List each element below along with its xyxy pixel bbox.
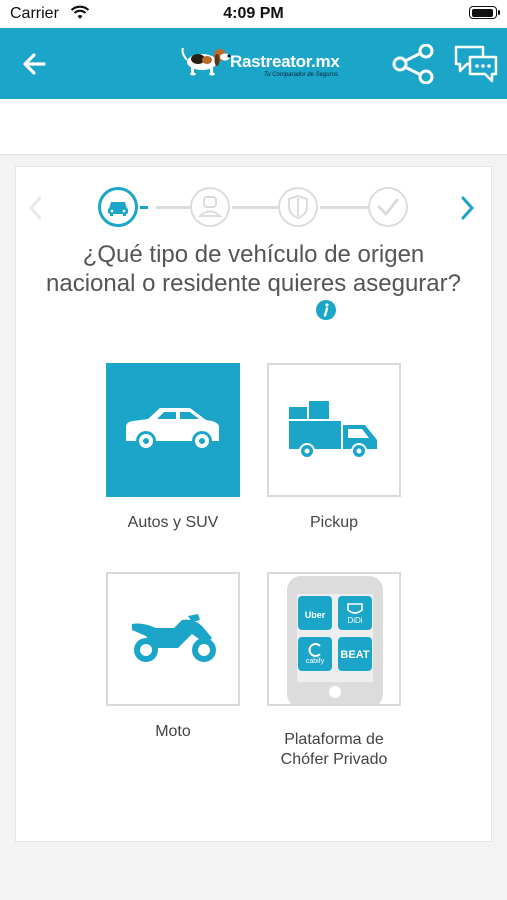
progress-line <box>320 206 368 209</box>
header-bar: Rastreator.mx Tu Comparador de Seguros <box>0 28 507 99</box>
rastreator-logo: Rastreator.mx Tu Comparador de Seguros <box>180 42 340 86</box>
question-heading: ¿Qué tipo de vehículo de origen nacional… <box>46 241 461 297</box>
brand-suffix: .mx <box>311 52 340 71</box>
step-vehicle[interactable] <box>98 187 138 227</box>
step-coverage[interactable] <box>278 187 318 227</box>
back-arrow-icon[interactable] <box>18 48 52 80</box>
brand-tagline: Tu Comparador de Seguros <box>264 72 338 78</box>
brand-name: Rastreator <box>230 52 312 71</box>
progress-line-filled <box>140 206 148 209</box>
previous-step-arrow-icon[interactable] <box>26 195 46 221</box>
chat-icon[interactable] <box>453 43 499 85</box>
uber-app-label: Uber <box>304 610 326 620</box>
option-label-moto: Moto <box>155 723 191 740</box>
person-icon <box>197 196 223 217</box>
car-front-icon <box>108 202 128 216</box>
top-spacer <box>0 99 507 155</box>
option-label-pickup: Pickup <box>309 514 359 531</box>
option-label-autos-suv: Autos y SUV <box>127 514 219 531</box>
battery-icon <box>469 6 500 19</box>
option-pickup[interactable] <box>267 363 401 497</box>
next-step-arrow-icon[interactable] <box>458 195 478 221</box>
cabify-app-label: cabify <box>305 658 325 665</box>
step-driver[interactable] <box>190 187 230 227</box>
car-icon <box>126 408 219 451</box>
checkmark-icon <box>377 198 399 217</box>
beat-app-label: BEAT <box>340 649 370 661</box>
pickup-truck-icon <box>289 401 377 459</box>
shield-icon <box>288 194 308 220</box>
didi-app-label: DiDi <box>347 616 363 625</box>
progress-line <box>156 206 190 209</box>
option-label-platform-driver: Plataforma de Chófer Privado <box>280 731 388 768</box>
basset-dog-icon <box>181 47 231 76</box>
option-platform-driver[interactable]: Uber DiDi cabify BEAT <box>267 572 401 706</box>
option-moto[interactable] <box>106 572 240 706</box>
clock: 4:09 PM <box>223 5 284 22</box>
status-bar: Carrier 4:09 PM <box>0 0 507 28</box>
share-icon[interactable] <box>390 44 436 84</box>
motorcycle-icon <box>132 614 216 662</box>
progress-line <box>232 206 278 209</box>
option-autos-suv[interactable] <box>106 363 240 497</box>
smartphone-apps-icon <box>287 576 383 704</box>
step-results[interactable] <box>368 187 408 227</box>
info-icon[interactable] <box>316 300 336 320</box>
